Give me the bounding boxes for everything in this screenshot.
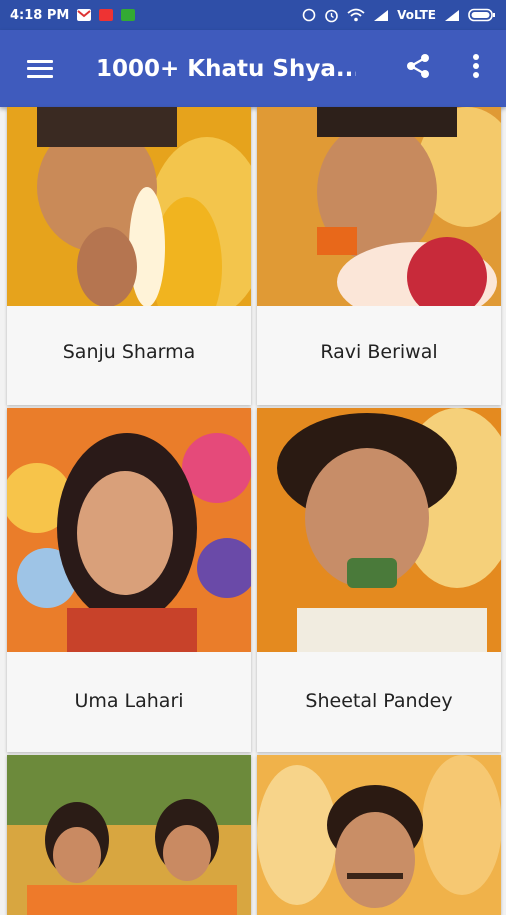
singer-card[interactable]: Sheetal Pandey [257,408,501,752]
singer-photo-art [7,408,251,652]
app-bar: 1000+ Khatu Shya... [0,30,506,107]
singer-photo-art [257,755,501,915]
page-title: 1000+ Khatu Shya... [96,55,356,82]
wifi-icon [347,8,365,22]
singer-card[interactable] [7,755,251,915]
singer-name: Sheetal Pandey [305,690,453,712]
singer-photo [257,107,501,306]
singer-card[interactable] [257,755,501,915]
share-icon [407,54,429,78]
singer-photo-art [7,107,251,306]
singer-photo-art [257,107,501,306]
signal-icon [445,9,459,21]
singer-photo [7,755,251,915]
singer-name: Uma Lahari [74,690,184,712]
singer-card[interactable]: Uma Lahari [7,408,251,752]
singer-name: Ravi Beriwal [320,341,438,363]
singer-card[interactable]: Sanju Sharma [7,107,251,405]
signal-icon [374,9,389,21]
battery-icon [468,8,495,22]
singer-photo-art [257,408,501,652]
singer-photo [7,408,251,652]
singer-photo-art [7,755,251,915]
menu-button[interactable] [10,39,70,99]
more-vert-icon [473,54,479,78]
app-notification-icon [121,9,136,21]
alarm-icon [325,9,338,22]
status-time: 4:18 PM [10,7,70,23]
network-label: VoLTE [397,8,436,22]
status-bar: 4:18 PM VoLTE [0,0,506,30]
menu-icon [27,59,53,78]
singer-photo [7,107,251,306]
more-options-button[interactable] [456,44,496,88]
singer-photo [257,408,501,652]
singer-card[interactable]: Ravi Beriwal [257,107,501,405]
data-saver-icon [302,8,316,22]
app-notification-icon [99,9,114,21]
share-button[interactable] [396,44,440,88]
singer-photo [257,755,501,915]
singer-name: Sanju Sharma [62,341,196,363]
gmail-icon [77,9,92,21]
